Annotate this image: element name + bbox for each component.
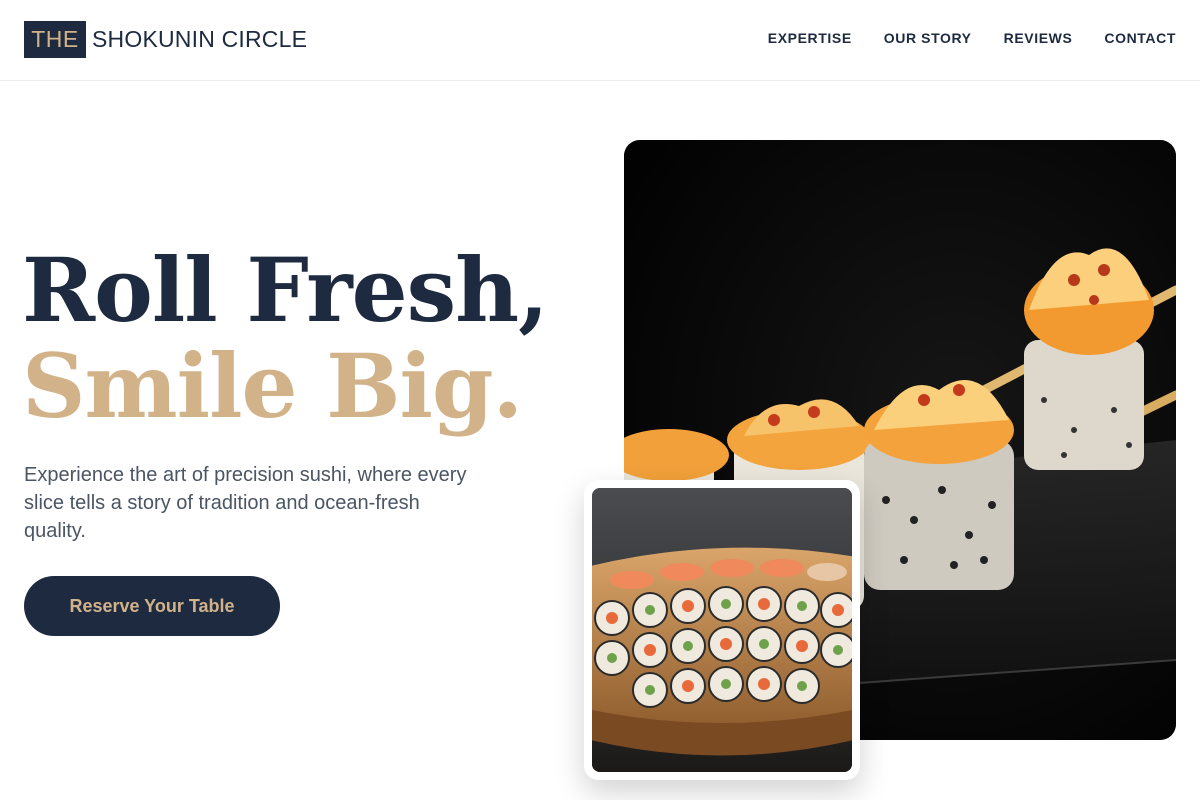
main-nav: EXPERTISE OUR STORY REVIEWS CONTACT	[768, 30, 1176, 46]
hero-headline: Roll Fresh, Smile Big.	[22, 238, 549, 438]
headline-line-2: Smile Big.	[22, 334, 523, 438]
site-header: THE SHOKUNIN CIRCLE EXPERTISE OUR STORY …	[0, 0, 1200, 81]
hero-subtitle: Experience the art of precision sushi, w…	[24, 464, 467, 542]
nav-link-our-story[interactable]: OUR STORY	[884, 30, 972, 46]
logo[interactable]: THE SHOKUNIN CIRCLE	[24, 21, 307, 58]
logo-badge: THE	[24, 21, 86, 58]
sushi-boat-platter-photo	[592, 488, 852, 772]
nav-link-contact[interactable]: CONTACT	[1104, 30, 1176, 46]
inset-photo-card	[584, 480, 860, 780]
nav-link-expertise[interactable]: EXPERTISE	[768, 30, 852, 46]
nav-link-reviews[interactable]: REVIEWS	[1004, 30, 1073, 46]
headline-line-1: Roll Fresh,	[22, 238, 549, 342]
reserve-table-button[interactable]: Reserve Your Table	[24, 576, 280, 636]
logo-text: SHOKUNIN CIRCLE	[92, 26, 308, 52]
sushi-platter-illustration	[592, 488, 852, 772]
